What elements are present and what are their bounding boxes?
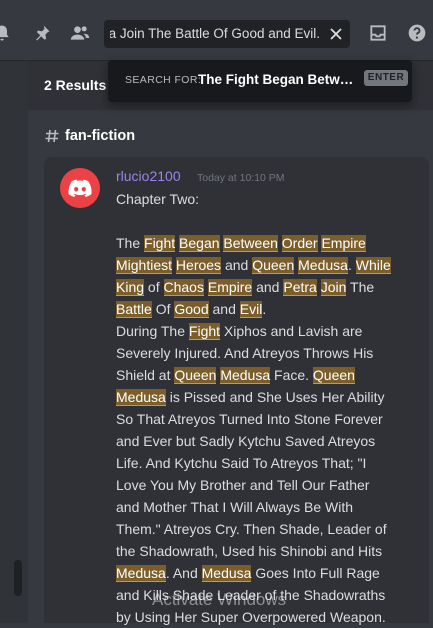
message-line: Them." Atreyos Cry. Then Shade, Leader o… bbox=[116, 518, 411, 540]
message-text: Chapter Two: bbox=[116, 191, 200, 207]
search-highlight: Medusa bbox=[220, 367, 271, 384]
channel-list-edge bbox=[0, 61, 28, 623]
message-line: the Shadowrath, Used his Shinobi and Hit… bbox=[116, 540, 411, 562]
enter-key-hint: ENTER bbox=[364, 70, 408, 86]
message-text: Face. bbox=[270, 367, 313, 383]
search-highlight: Empire bbox=[321, 235, 366, 252]
search-input[interactable]: etra Join The Battle Of Good and Evil. bbox=[104, 20, 350, 48]
search-result-message[interactable]: rlucio2100 Today at 10:10 PM Chapter Two… bbox=[44, 157, 429, 625]
channel-toolbar: etra Join The Battle Of Good and Evil. bbox=[0, 0, 433, 61]
message-text: and bbox=[221, 257, 253, 273]
hash-icon bbox=[45, 129, 59, 143]
search-highlight: Queen bbox=[252, 257, 295, 274]
search-highlight: Medusa bbox=[298, 257, 348, 274]
search-highlight: Petra bbox=[283, 279, 317, 296]
message-text: is Pissed and She Uses Her Ability bbox=[165, 389, 385, 405]
message-text: . bbox=[347, 257, 356, 273]
search-highlight: Mightiest bbox=[116, 257, 173, 274]
search-highlight: Order bbox=[281, 235, 318, 252]
close-icon[interactable] bbox=[328, 26, 344, 42]
message-text: Them." Atreyos Cry. Then Shade, Leader o… bbox=[116, 521, 387, 537]
search-for-query[interactable]: The Fight Began Betwee… bbox=[198, 72, 360, 87]
search-input-value[interactable]: etra Join The Battle Of Good and Evil. bbox=[110, 26, 320, 42]
message-line: Life. And Kytchu Said To Atreyos That; "… bbox=[116, 452, 411, 474]
search-highlight: Chaos bbox=[163, 279, 204, 296]
message-content: Chapter Two: The Fight Began Between Orde… bbox=[116, 188, 411, 628]
scrollbar-thumb[interactable] bbox=[14, 560, 22, 596]
search-highlight: Join bbox=[320, 279, 347, 296]
search-highlight: Queen bbox=[312, 367, 355, 384]
help-icon[interactable] bbox=[407, 23, 427, 43]
message-line: During The Fight Xiphos and Lavish are bbox=[116, 320, 411, 342]
message-text: The bbox=[346, 279, 375, 295]
inbox-icon[interactable] bbox=[368, 23, 388, 43]
message-text: and Mother That I Will Always Be With bbox=[116, 499, 354, 515]
message-text: So That Atreyos Turned Into Stone Foreve… bbox=[116, 411, 383, 427]
message-text: The bbox=[116, 235, 145, 251]
search-highlight: Medusa bbox=[116, 389, 166, 406]
message-text: Love You My Brother and Tell Our Father bbox=[116, 477, 370, 493]
search-highlight: Medusa bbox=[116, 565, 166, 582]
results-count: 2 Results bbox=[44, 77, 107, 93]
message-text: the Shadowrath, Used his Shinobi and Hit… bbox=[116, 543, 383, 559]
message-line: and Mother That I Will Always Be With bbox=[116, 496, 411, 518]
members-icon[interactable] bbox=[70, 23, 90, 43]
message-line: Battle Of Good and Evil. bbox=[116, 298, 411, 320]
discord-logo-icon bbox=[68, 179, 92, 197]
search-for-label: SEARCH FOR: bbox=[125, 74, 202, 86]
message-text: Severely Injured. And Atreyos Throws His bbox=[116, 345, 374, 361]
message-text: Goes Into Full Rage bbox=[251, 565, 380, 581]
message-text: and bbox=[208, 301, 240, 317]
avatar[interactable] bbox=[60, 168, 100, 208]
message-text: and bbox=[252, 279, 284, 295]
search-highlight: Empire bbox=[207, 279, 253, 296]
message-text: and Kills Shade Leader of the Shadowrath… bbox=[116, 587, 386, 603]
search-highlight: Good bbox=[174, 301, 209, 318]
search-highlight: Fight bbox=[188, 323, 221, 340]
message-line: Medusa. And Medusa Goes Into Full Rage bbox=[116, 562, 411, 584]
search-highlight: Began bbox=[179, 235, 220, 252]
bell-icon[interactable] bbox=[0, 23, 12, 43]
message-line: The Fight Began Between Order Empire bbox=[116, 232, 411, 254]
search-highlight: While bbox=[355, 257, 391, 274]
search-highlight: Medusa bbox=[201, 565, 252, 582]
message-text: Xiphos and Lavish are bbox=[220, 323, 363, 339]
pin-icon[interactable] bbox=[32, 23, 52, 43]
message-timestamp: Today at 10:10 PM bbox=[197, 172, 285, 184]
message-line: by Using Her Super Overpowered Weapon. bbox=[116, 606, 411, 628]
message-text: Life. And Kytchu Said To Atreyos That; "… bbox=[116, 455, 367, 471]
message-line: Shield at Queen Medusa Face. Queen bbox=[116, 364, 411, 386]
search-highlight: Fight bbox=[144, 235, 176, 252]
search-highlight: Queen bbox=[174, 367, 217, 384]
message-line: Severely Injured. And Atreyos Throws His bbox=[116, 342, 411, 364]
search-highlight: Evil bbox=[239, 301, 263, 318]
message-text: . bbox=[262, 301, 267, 317]
message-line: Love You My Brother and Tell Our Father bbox=[116, 474, 411, 496]
message-line: Mightiest Heroes and Queen Medusa. While bbox=[116, 254, 411, 276]
message-text: . And bbox=[165, 565, 202, 581]
search-highlight: Heroes bbox=[175, 257, 222, 274]
author-name[interactable]: rlucio2100 bbox=[116, 168, 181, 184]
channel-name: fan-fiction bbox=[65, 128, 136, 144]
message-text: Of bbox=[151, 301, 175, 317]
search-highlight: King bbox=[116, 279, 145, 296]
message-line: So That Atreyos Turned Into Stone Foreve… bbox=[116, 408, 411, 430]
message-text: Shield at bbox=[116, 367, 175, 383]
message-line bbox=[116, 210, 411, 232]
message-text: of bbox=[144, 279, 164, 295]
result-channel-header[interactable]: fan-fiction bbox=[44, 128, 135, 144]
message-text: During The bbox=[116, 323, 189, 339]
message-line: Medusa is Pissed and She Uses Her Abilit… bbox=[116, 386, 411, 408]
search-highlight: Battle bbox=[116, 301, 152, 318]
message-line: King of Chaos Empire and Petra Join The bbox=[116, 276, 411, 298]
message-line: and Ever but Sadly Kytchu Saved Atreyos bbox=[116, 430, 411, 452]
message-line: and Kills Shade Leader of the Shadowrath… bbox=[116, 584, 411, 606]
search-options-popout[interactable]: SEARCH FOR: The Fight Began Betwee… ENTE… bbox=[108, 60, 412, 102]
search-highlight: Between bbox=[223, 235, 278, 252]
message-text: and Ever but Sadly Kytchu Saved Atreyos bbox=[116, 433, 376, 449]
message-line: Chapter Two: bbox=[116, 188, 411, 210]
